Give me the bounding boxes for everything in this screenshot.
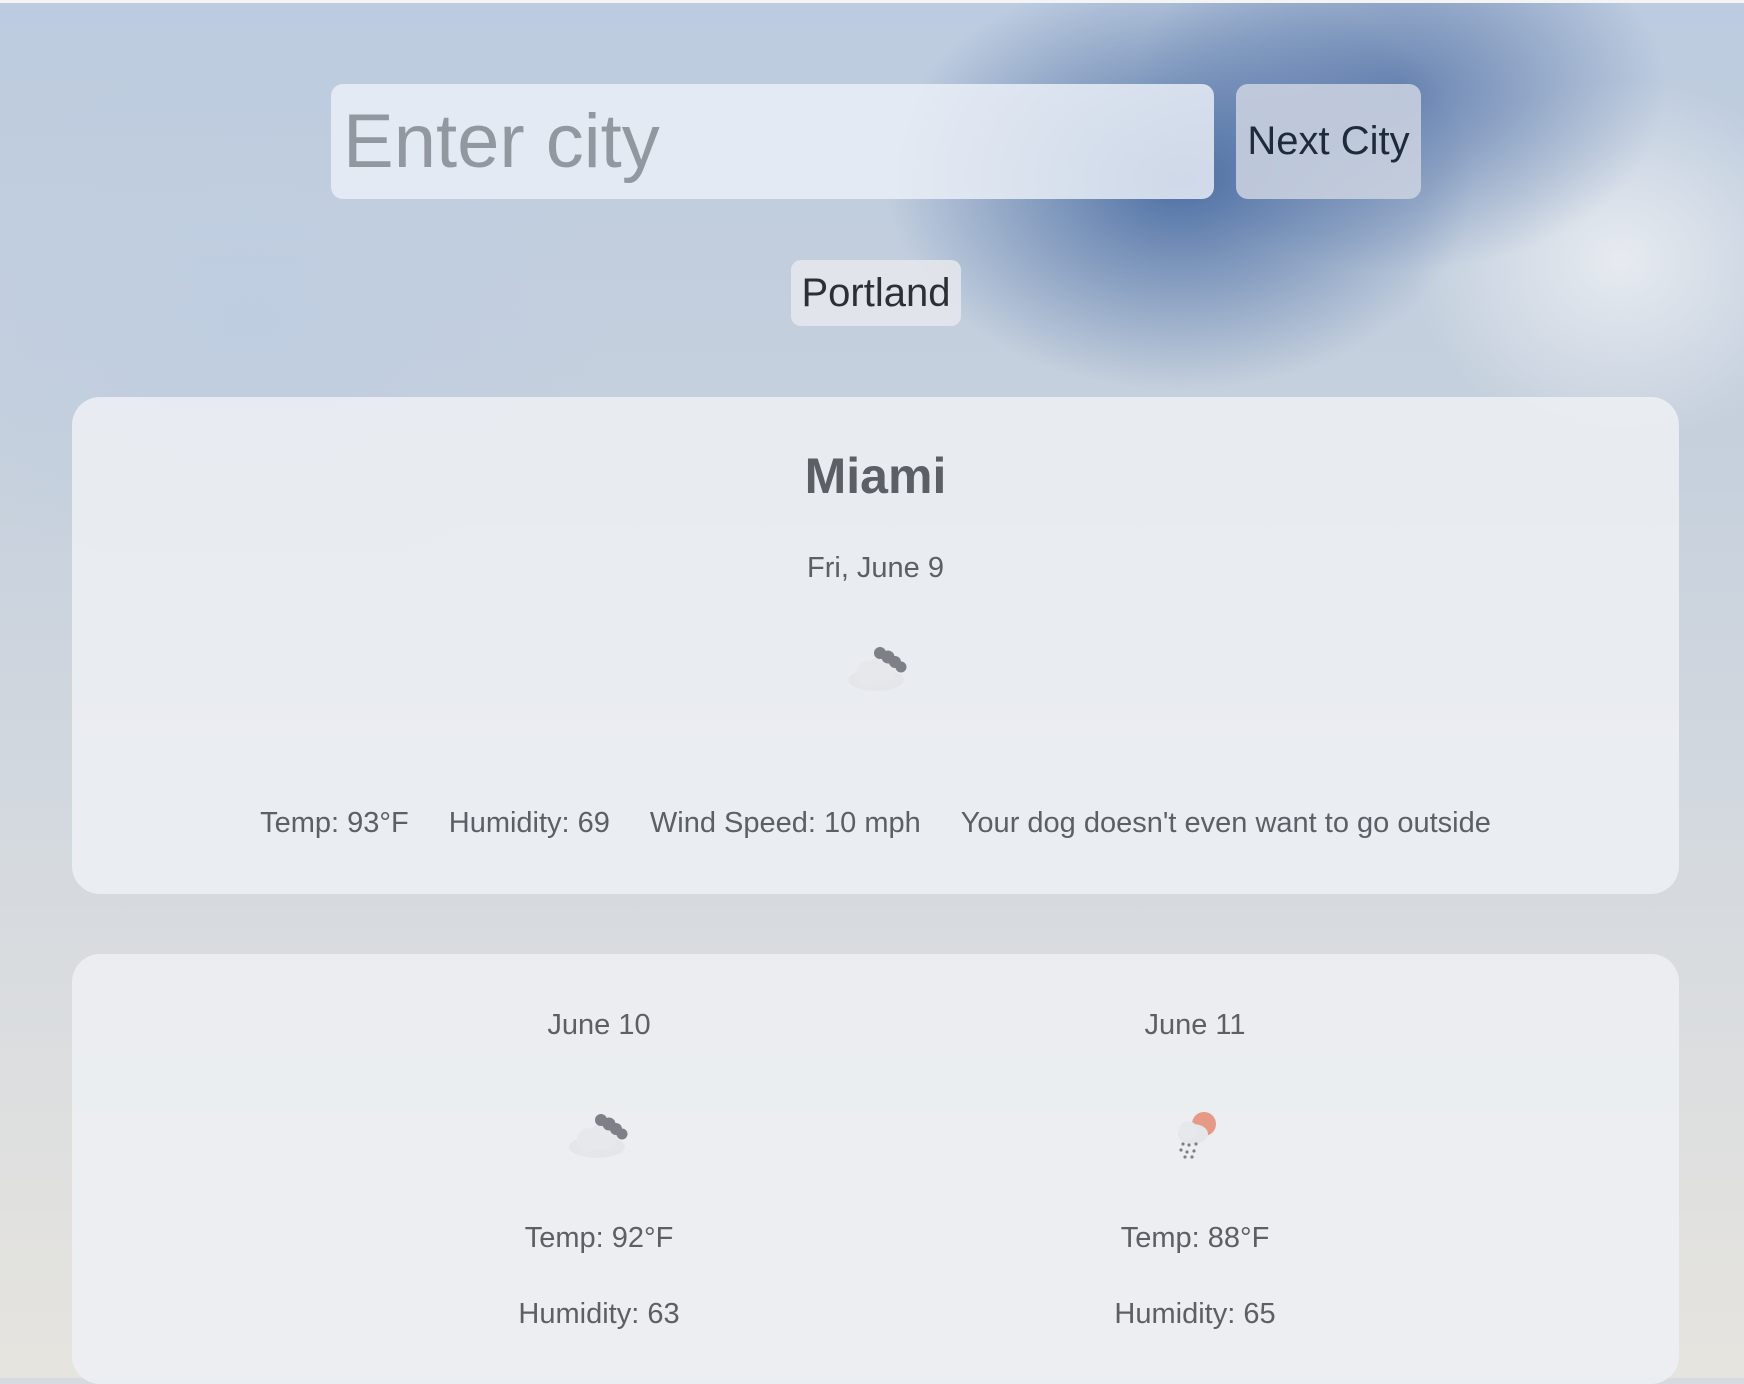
forecast-date: June 11 bbox=[1144, 1009, 1246, 1041]
current-stats: Temp: 93°F Humidity: 69 Wind Speed: 10 m… bbox=[72, 807, 1679, 840]
city-search-input[interactable] bbox=[331, 84, 1214, 199]
current-temp: Temp: 93°F bbox=[260, 807, 409, 839]
saved-city-button-portland[interactable]: Portland bbox=[791, 260, 961, 326]
cloudy-icon bbox=[569, 1114, 628, 1158]
top-edge bbox=[0, 0, 1744, 3]
forecast-day: June 11 Temp: 88°F Humidity: 65 bbox=[995, 954, 1395, 1384]
next-city-button[interactable]: Next City bbox=[1236, 84, 1421, 199]
forecast-temp: Temp: 92°F bbox=[524, 1222, 674, 1254]
city-name: Miami bbox=[804, 448, 947, 504]
cloudy-icon bbox=[848, 647, 907, 691]
current-wind-speed: Wind Speed: 10 mph bbox=[649, 807, 921, 839]
forecast-humidity: Humidity: 63 bbox=[518, 1298, 680, 1330]
current-date: Fri, June 9 bbox=[807, 552, 944, 584]
forecast-temp: Temp: 88°F bbox=[1120, 1222, 1270, 1254]
current-weather-card: Miami Fri, June 9 Temp: 93°F Humidity: 6… bbox=[72, 397, 1679, 894]
forecast-humidity: Humidity: 65 bbox=[1114, 1298, 1276, 1330]
sun-rain-icon bbox=[1178, 1112, 1216, 1159]
forecast-date: June 10 bbox=[547, 1009, 651, 1041]
current-comment: Your dog doesn't even want to go outside bbox=[960, 807, 1491, 839]
current-humidity: Humidity: 69 bbox=[448, 807, 610, 839]
forecast-card: June 10 Temp: 92°F Humidity: 63 June 11 bbox=[72, 954, 1679, 1384]
forecast-day: June 10 Temp: 92°F Humidity: 63 bbox=[399, 954, 799, 1384]
